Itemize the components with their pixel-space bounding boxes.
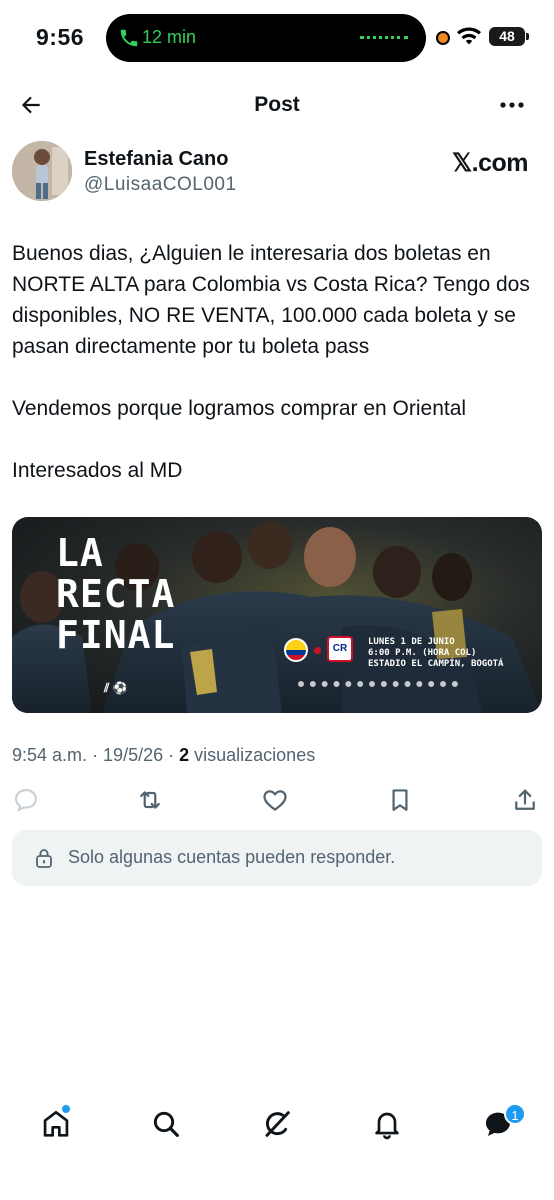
post-image[interactable]: LA RECTA FINAL ⫽ ⚽ CR LUNES 1 DE JUNIO 6… xyxy=(12,517,542,713)
page-title: Post xyxy=(254,93,300,116)
meta-separator: · xyxy=(87,745,104,765)
status-time: 9:56 xyxy=(36,24,85,50)
author-handle[interactable]: @LuisaaCOL001 xyxy=(84,174,237,196)
grok-icon[interactable] xyxy=(261,1108,293,1140)
costa-rica-crest-icon: CR xyxy=(327,636,353,662)
banner-title-line: RECTA xyxy=(56,572,176,616)
bookmark-icon[interactable] xyxy=(386,786,414,814)
status-bar: 9:56 12 min 48 xyxy=(0,0,554,76)
colombia-crest-icon xyxy=(284,638,308,662)
post-body: Buenos dias, ¿Alguien le interesaria dos… xyxy=(12,238,542,486)
views-count[interactable]: 2 xyxy=(179,745,189,765)
views-label[interactable]: visualizaciones xyxy=(194,745,315,765)
phone-icon xyxy=(120,29,138,47)
match-date: LUNES 1 DE JUNIO xyxy=(368,637,455,647)
more-dots-icon[interactable] xyxy=(498,92,526,118)
notifications-icon[interactable] xyxy=(371,1108,403,1140)
post-paragraph: Vendemos porque logramos comprar en Orie… xyxy=(12,397,467,420)
post-date: 19/5/26 xyxy=(103,745,164,765)
match-time: 6:00 P.M. (HORA COL) xyxy=(368,648,477,658)
post-actions xyxy=(0,786,554,816)
call-duration: 12 min xyxy=(142,27,197,47)
post-source-label: 𝕏.com xyxy=(452,149,529,177)
banner-title-line: FINAL xyxy=(56,613,176,657)
reply-restriction-text: Solo algunas cuentas pueden responder. xyxy=(68,847,396,867)
battery-cap xyxy=(526,33,529,40)
banner-title: LA RECTA FINAL xyxy=(56,533,236,656)
call-indicator[interactable]: 12 min xyxy=(106,14,426,62)
sponsor-logos-icon xyxy=(298,681,458,689)
match-info: LUNES 1 DE JUNIO 6:00 P.M. (HORA COL) ES… xyxy=(368,637,503,670)
share-icon[interactable] xyxy=(511,786,539,814)
author-name[interactable]: Estefania Cano xyxy=(84,148,228,171)
post-paragraph: Interesados al MD xyxy=(12,459,183,482)
avatar[interactable] xyxy=(12,141,72,201)
avatar-photo xyxy=(12,141,72,201)
banner-title-line: LA xyxy=(56,531,104,575)
search-icon[interactable] xyxy=(150,1108,182,1140)
reply-restriction-banner: Solo algunas cuentas pueden responder. xyxy=(12,830,542,886)
reply-icon[interactable] xyxy=(12,786,40,814)
meta-separator: · xyxy=(163,745,180,765)
messages-badge: 1 xyxy=(504,1103,526,1125)
adidas-logo-icon: ⫽ ⚽ xyxy=(104,681,128,695)
bottom-tab-bar xyxy=(0,1100,554,1150)
versus-dot-icon xyxy=(314,647,321,654)
lock-icon xyxy=(36,849,52,868)
like-icon[interactable] xyxy=(261,786,289,814)
home-unread-dot xyxy=(62,1105,70,1113)
post-time: 9:54 a.m. xyxy=(12,745,88,765)
wifi-icon xyxy=(457,27,481,45)
post-paragraph: Buenos dias, ¿Alguien le interesaria dos… xyxy=(12,242,530,358)
post-header: Post xyxy=(0,80,554,130)
repost-icon[interactable] xyxy=(136,786,164,814)
match-venue: ESTADIO EL CAMPÍN, BOGOTÁ xyxy=(368,659,504,669)
recording-indicator-icon xyxy=(436,31,450,45)
audio-wave-icon xyxy=(360,36,408,40)
post-meta: 9:54 a.m. · 19/5/26 · 2 visualizaciones xyxy=(12,745,315,766)
battery-indicator: 48 xyxy=(489,27,525,46)
